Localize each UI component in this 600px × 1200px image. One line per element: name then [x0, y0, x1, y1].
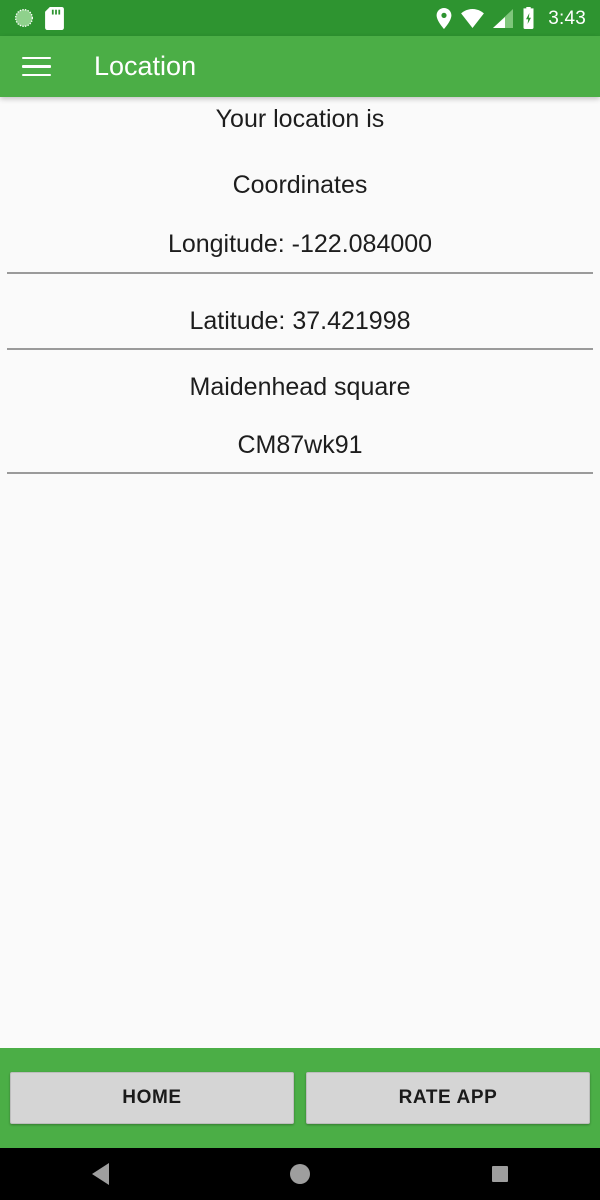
status-bar-right-icons: 3:43	[436, 7, 586, 29]
status-bar: 3:43	[0, 0, 600, 36]
location-pin-icon	[436, 7, 452, 29]
hamburger-line	[21, 73, 51, 77]
nav-home-button[interactable]	[200, 1164, 400, 1184]
back-triangle-icon	[91, 1163, 109, 1185]
latitude-value: Latitude: 37.421998	[189, 306, 411, 335]
home-circle-icon	[290, 1164, 310, 1184]
maidenhead-value: CM87wk91	[237, 430, 363, 459]
location-heading: Your location is	[215, 105, 385, 133]
page-title: Location	[94, 51, 197, 81]
wifi-icon	[461, 8, 485, 28]
app-bar: Location	[0, 36, 600, 97]
recents-square-icon	[492, 1166, 508, 1182]
cell-signal-icon	[493, 8, 514, 28]
android-navigation-bar	[0, 1148, 600, 1200]
bottom-action-bar: HOME RATE APP	[0, 1048, 600, 1148]
hamburger-line	[21, 56, 51, 60]
phone-screen: 3:43 Location Your location is Coordinat…	[0, 0, 600, 1200]
maidenhead-label: Maidenhead square	[189, 373, 411, 401]
battery-charging-icon	[523, 7, 534, 29]
coordinates-label: Coordinates	[232, 170, 368, 199]
rate-app-button[interactable]: RATE APP	[306, 1072, 590, 1124]
home-button[interactable]: HOME	[10, 1072, 294, 1124]
divider	[7, 472, 593, 474]
longitude-value: Longitude: -122.084000	[167, 230, 433, 258]
hamburger-line	[21, 65, 51, 68]
nav-back-button[interactable]	[0, 1163, 200, 1185]
status-bar-left-icons	[14, 6, 64, 30]
nav-recents-button[interactable]	[400, 1166, 600, 1182]
sd-card-icon	[45, 6, 64, 30]
hamburger-menu-icon[interactable]	[8, 36, 64, 97]
status-bar-clock: 3:43	[548, 7, 586, 29]
dnd-circle-icon	[15, 9, 33, 27]
main-content: Your location is Coordinates Longitude: …	[0, 97, 600, 1048]
